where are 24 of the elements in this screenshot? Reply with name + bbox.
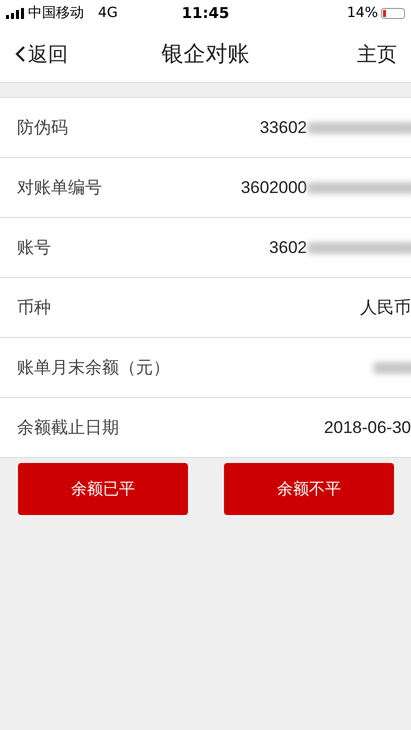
network-type: 4G xyxy=(98,5,118,21)
field-value: 3602000 xyxy=(240,178,307,198)
field-value: 3602 xyxy=(269,238,307,258)
clock-time: 11:45 xyxy=(182,4,230,22)
back-button[interactable]: 返回 xyxy=(14,40,68,68)
home-button[interactable]: 主页 xyxy=(357,40,397,68)
field-label: 余额截止日期 xyxy=(17,417,119,439)
battery-percent: 14% xyxy=(346,5,378,21)
page-title: 银企对账 xyxy=(162,41,250,69)
carrier-name: 中国移动 xyxy=(28,4,84,22)
battery-icon xyxy=(381,8,405,18)
field-label: 对账单编号 xyxy=(17,177,102,199)
action-button[interactable]: 余额已平 xyxy=(18,463,188,515)
chevron-left-icon xyxy=(14,45,26,63)
redacted-value xyxy=(373,362,411,374)
field-label: 防伪码 xyxy=(17,117,68,139)
field-value: 2018-06-30 xyxy=(324,418,411,438)
field-label: 币种 xyxy=(17,297,51,319)
field-value: 33602 xyxy=(260,118,307,138)
field-label: 账单月末余额（元） xyxy=(17,357,170,379)
signal-icon xyxy=(6,8,24,18)
field-label: 账号 xyxy=(17,237,51,259)
field-value: 人民币 xyxy=(360,297,411,319)
action-button[interactable]: 余额不平 xyxy=(224,463,394,515)
